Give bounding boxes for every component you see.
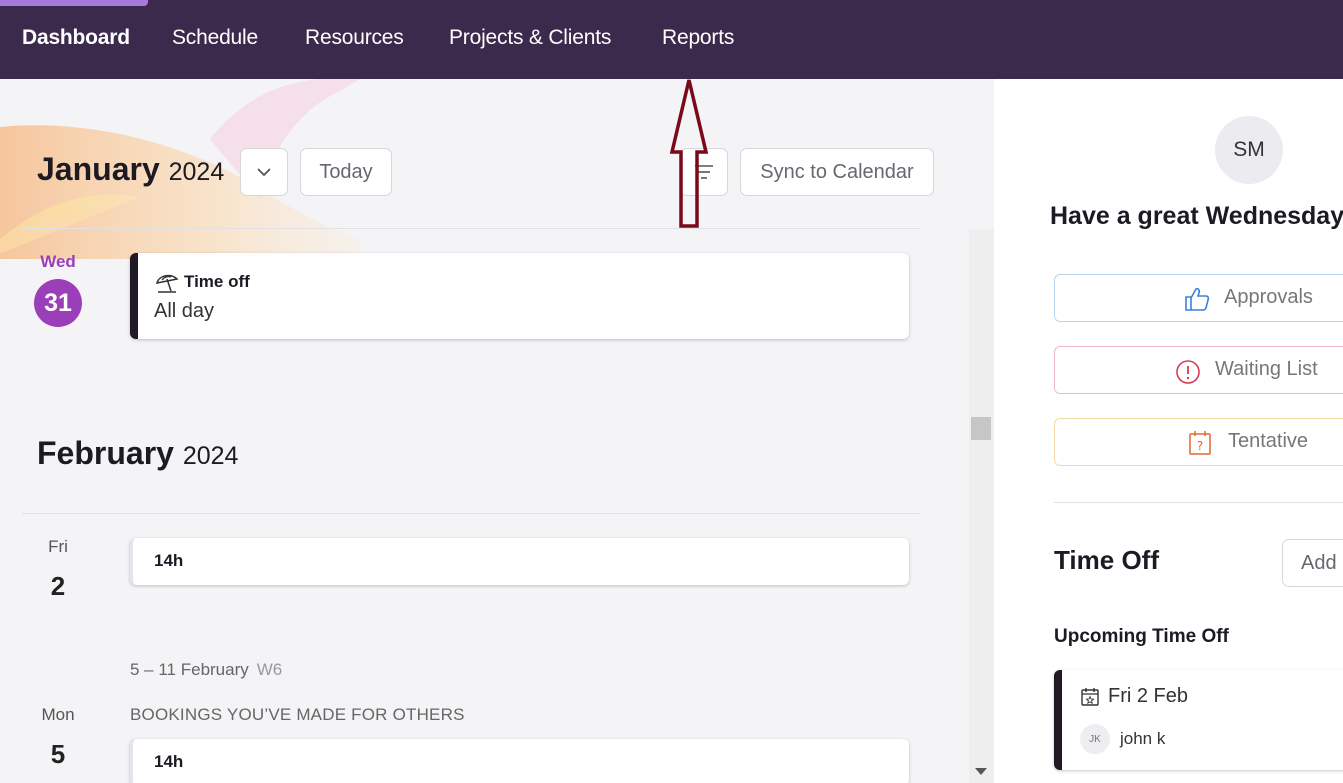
- booking-hours: 14h: [154, 551, 184, 570]
- week-range: 5 – 11 February W6: [130, 660, 282, 680]
- nav-dashboard[interactable]: Dashboard: [22, 26, 130, 50]
- annotation-arrow-icon: [669, 79, 709, 228]
- divider: [22, 513, 920, 514]
- booking-hours: 14h: [154, 752, 184, 771]
- day-label: Fri: [48, 537, 68, 556]
- booking-card[interactable]: 14h: [130, 739, 909, 783]
- calendar-scrollbar[interactable]: [969, 229, 994, 783]
- month-year: 2024: [168, 158, 225, 186]
- month-year: 2024: [182, 442, 239, 470]
- tentative-label: Tentative: [1228, 430, 1309, 452]
- day-number: 5: [50, 739, 66, 769]
- scroll-down-arrow-icon[interactable]: [975, 768, 987, 775]
- today-button[interactable]: Today: [300, 148, 392, 196]
- thumbs-up-icon: [1185, 287, 1210, 311]
- calendar-star-icon: [1081, 688, 1099, 706]
- nav-schedule[interactable]: Schedule: [172, 26, 258, 50]
- dashboard-sidebar: SM Have a great Wednesday Approvals Wait…: [994, 79, 1343, 783]
- umbrella-icon: [155, 274, 179, 293]
- approvals-button[interactable]: Approvals: [1054, 274, 1343, 322]
- scrollbar-thumb[interactable]: [971, 417, 991, 440]
- current-month-title: January 2024: [37, 151, 224, 188]
- day-number: 2: [50, 571, 66, 601]
- nav-reports[interactable]: Reports: [662, 26, 734, 50]
- svg-text:?: ?: [1197, 439, 1203, 453]
- sync-to-calendar-button[interactable]: Sync to Calendar: [740, 148, 934, 196]
- person-name: john k: [1120, 729, 1166, 748]
- today-day-label: Wed: [40, 252, 76, 271]
- upcoming-time-off-card[interactable]: Fri 2 Feb JK john k: [1054, 670, 1343, 770]
- top-nav: Dashboard Schedule Resources Projects & …: [0, 0, 1343, 79]
- waiting-list-button[interactable]: Waiting List: [1054, 346, 1343, 394]
- time-off-card-subtitle: All day: [154, 300, 215, 322]
- today-date-badge: 31: [34, 279, 82, 327]
- chevron-down-icon: [257, 168, 271, 177]
- month-dropdown-button[interactable]: [240, 148, 288, 196]
- upcoming-time-off-title: Upcoming Time Off: [1054, 626, 1229, 647]
- person-avatar: JK: [1080, 724, 1110, 754]
- divider: [1054, 502, 1343, 503]
- time-off-card[interactable]: Time off All day: [130, 253, 909, 339]
- calendar-panel: January 2024 Today Sync to Calendar Wed …: [0, 79, 994, 783]
- time-off-title: Time Off: [1054, 545, 1159, 575]
- tentative-button[interactable]: ? Tentative: [1054, 418, 1343, 466]
- time-off-card-title: Time off: [184, 272, 250, 291]
- day-label: Mon: [41, 705, 75, 724]
- booking-card[interactable]: 14h: [130, 538, 909, 585]
- calendar-question-icon: ?: [1189, 431, 1211, 455]
- upcoming-time-off-date: Fri 2 Feb: [1108, 685, 1189, 707]
- waiting-list-label: Waiting List: [1215, 358, 1318, 380]
- week-number: W6: [256, 660, 283, 679]
- add-time-off-button[interactable]: Add: [1282, 539, 1343, 587]
- active-tab-indicator: [0, 0, 148, 6]
- divider: [22, 228, 920, 229]
- user-avatar[interactable]: SM: [1215, 116, 1283, 184]
- next-month-title: February 2024: [37, 435, 238, 472]
- week-range-text: 5 – 11 February: [130, 660, 249, 679]
- exclamation-circle-icon: [1176, 360, 1200, 384]
- month-name: January: [37, 151, 160, 187]
- approvals-label: Approvals: [1224, 286, 1313, 308]
- month-name: February: [37, 435, 174, 471]
- nav-projects-clients[interactable]: Projects & Clients: [449, 26, 611, 50]
- greeting-heading: Have a great Wednesday: [1050, 202, 1343, 230]
- bookings-for-others-heading: BOOKINGS YOU’VE MADE FOR OTHERS: [130, 705, 465, 724]
- nav-resources[interactable]: Resources: [305, 26, 404, 50]
